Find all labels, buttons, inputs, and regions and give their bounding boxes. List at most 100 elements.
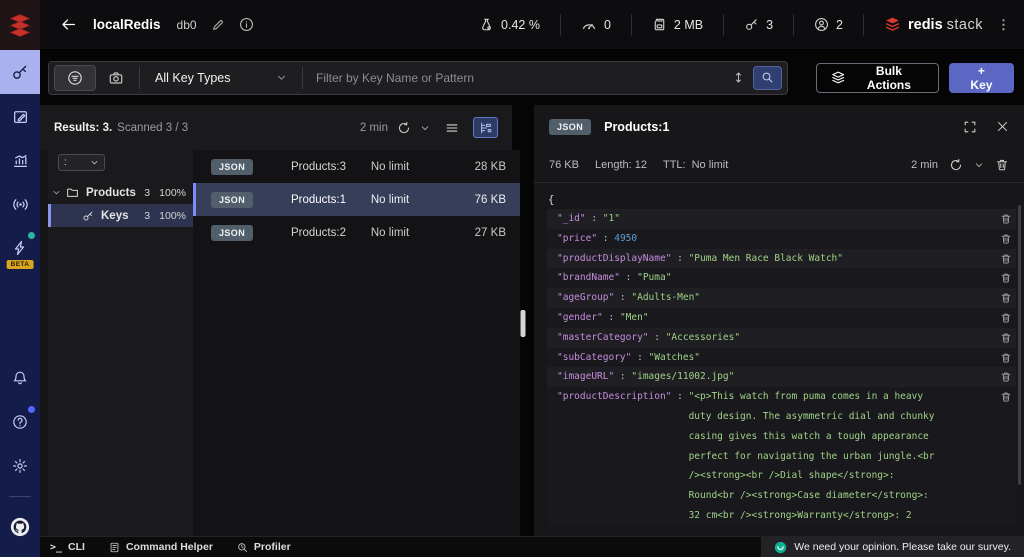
delimiter-value: : <box>64 157 67 168</box>
delete-field-button[interactable] <box>1000 268 1012 284</box>
sidebar-item-pub-sub[interactable] <box>0 182 40 226</box>
json-field-key[interactable]: "subCategory" <box>557 348 631 368</box>
close-icon <box>996 120 1009 133</box>
sidebar-item-help[interactable] <box>0 400 40 444</box>
stat-commands: 0 <box>561 17 631 33</box>
sidebar: BETA <box>0 50 40 557</box>
key-type-selected-value: All Key Types <box>155 71 231 85</box>
sidebar-item-notifications[interactable] <box>0 356 40 400</box>
tree-leaf-label: Keys <box>101 210 129 222</box>
cli-button[interactable]: >_ CLI <box>50 541 85 553</box>
json-field-value[interactable]: 4950 <box>614 229 637 249</box>
json-field-key[interactable]: "gender" <box>557 308 603 328</box>
add-key-button[interactable]: + Key <box>949 63 1014 93</box>
list-view-button[interactable] <box>439 117 464 138</box>
json-field-key[interactable]: "ageGroup" <box>557 288 614 308</box>
delete-field-button[interactable] <box>1000 288 1012 304</box>
json-field-key[interactable]: "price" <box>557 229 597 249</box>
tree-leaf-keys[interactable]: Keys 3 100% <box>48 204 193 227</box>
key-list: JSONProducts:3No limit28 KBJSONProducts:… <box>193 150 520 536</box>
close-details-button[interactable] <box>996 120 1009 133</box>
sidebar-item-analytics[interactable] <box>0 138 40 182</box>
delete-field-button[interactable] <box>1000 229 1012 245</box>
json-field-key[interactable]: "productDescription" <box>557 387 671 407</box>
key-details-name: Products:1 <box>604 120 669 134</box>
delete-field-button[interactable] <box>1000 367 1012 383</box>
json-field-key[interactable]: "productDisplayName" <box>557 249 671 269</box>
results-header-actions: 2 min <box>360 117 498 138</box>
delete-field-button[interactable] <box>1000 249 1012 265</box>
chevron-down-icon <box>52 188 61 197</box>
delete-field-button[interactable] <box>1000 308 1012 324</box>
stat-keys: 3 <box>724 17 793 32</box>
results-count: Results: 3. <box>54 122 112 134</box>
scrollbar-thumb[interactable] <box>1018 205 1021 485</box>
json-field-value[interactable]: "Accessories" <box>666 328 740 348</box>
delete-field-button[interactable] <box>1000 209 1012 225</box>
fullscreen-icon <box>963 120 977 134</box>
refresh-button[interactable] <box>397 121 411 135</box>
delete-field-button[interactable] <box>1000 348 1012 364</box>
bulk-actions-button[interactable]: Bulk Actions <box>816 63 939 93</box>
sidebar-item-github[interactable] <box>0 505 40 549</box>
search-history-button[interactable] <box>98 65 134 91</box>
camera-icon <box>108 70 124 86</box>
json-field-row: "productDisplayName" : "Puma Men Race Bl… <box>547 249 1016 269</box>
help-notification-dot <box>28 406 35 413</box>
json-field-value[interactable]: "Adults-Men" <box>631 288 700 308</box>
refresh-key-settings-button[interactable] <box>974 160 984 170</box>
edit-database-button[interactable] <box>211 18 225 32</box>
key-list-item[interactable]: JSONProducts:1No limit76 KB <box>193 183 520 216</box>
key-size: 76 KB <box>549 159 579 171</box>
expand-search-button[interactable] <box>727 66 751 90</box>
json-field-value[interactable]: "Puma Men Race Black Watch" <box>689 249 843 269</box>
refresh-settings-button[interactable] <box>420 123 430 133</box>
survey-banner[interactable]: We need your opinion. Please take our su… <box>761 537 1024 557</box>
refresh-key-button[interactable] <box>949 158 963 172</box>
json-field-key[interactable]: "_id" <box>557 209 586 229</box>
tree-folder-products[interactable]: Products 3 100% <box>48 181 193 204</box>
delete-key-button[interactable] <box>995 158 1009 172</box>
top-header: localRedis db0 0.42 % 0 <box>0 0 1024 50</box>
key-list-item[interactable]: JSONProducts:3No limit28 KB <box>193 150 520 183</box>
tree-view-button[interactable] <box>473 117 498 138</box>
delimiter-select[interactable]: : <box>58 154 105 171</box>
key-list-item[interactable]: JSONProducts:2No limit27 KB <box>193 216 520 249</box>
search-button[interactable] <box>753 66 782 90</box>
json-field-value[interactable]: "Puma" <box>637 268 671 288</box>
key-ttl[interactable]: TTL: No limit <box>663 159 728 171</box>
filter-mode-button[interactable] <box>54 65 96 91</box>
key-type-select[interactable]: All Key Types <box>145 71 297 85</box>
tree-rows: Products 3 100% Keys <box>48 181 193 227</box>
sidebar-item-workbench[interactable] <box>0 94 40 138</box>
main-content: Results: 3. Scanned 3 / 3 2 min <box>40 105 1024 536</box>
json-field-row: "gender" : "Men" <box>547 308 1016 328</box>
analytics-icon <box>12 152 29 169</box>
header-menu-button[interactable]: ⋮ <box>991 18 1024 31</box>
trash-icon <box>1000 332 1012 344</box>
panel-resize-handle[interactable] <box>521 310 526 337</box>
back-button[interactable] <box>60 16 77 33</box>
json-field-value[interactable]: "Men" <box>620 308 649 328</box>
sidebar-item-browser[interactable] <box>0 50 40 94</box>
database-info-button[interactable] <box>239 17 254 32</box>
json-field-value[interactable]: "images/11002.jpg" <box>631 367 734 387</box>
json-field-key[interactable]: "imageURL" <box>557 367 614 387</box>
key-filter-input[interactable] <box>308 71 725 85</box>
key-name: Products:3 <box>291 161 346 173</box>
trash-icon <box>1000 253 1012 265</box>
json-field-key[interactable]: "brandName" <box>557 268 620 288</box>
document-icon <box>109 542 120 553</box>
profiler-button[interactable]: Profiler <box>237 541 291 553</box>
fullscreen-button[interactable] <box>963 120 977 134</box>
stat-cpu: 0.42 % <box>459 17 560 32</box>
sidebar-item-triggers-functions[interactable]: BETA <box>0 226 40 270</box>
json-field-value[interactable]: "Watches" <box>649 348 700 368</box>
sidebar-item-settings[interactable] <box>0 444 40 488</box>
delete-field-button[interactable] <box>1000 387 1012 403</box>
json-field-key[interactable]: "masterCategory" <box>557 328 649 348</box>
json-field-value[interactable]: "<p>This watch from puma comes in a heav… <box>689 387 941 526</box>
command-helper-button[interactable]: Command Helper <box>109 541 213 553</box>
json-field-value[interactable]: "1" <box>603 209 620 229</box>
delete-field-button[interactable] <box>1000 328 1012 344</box>
